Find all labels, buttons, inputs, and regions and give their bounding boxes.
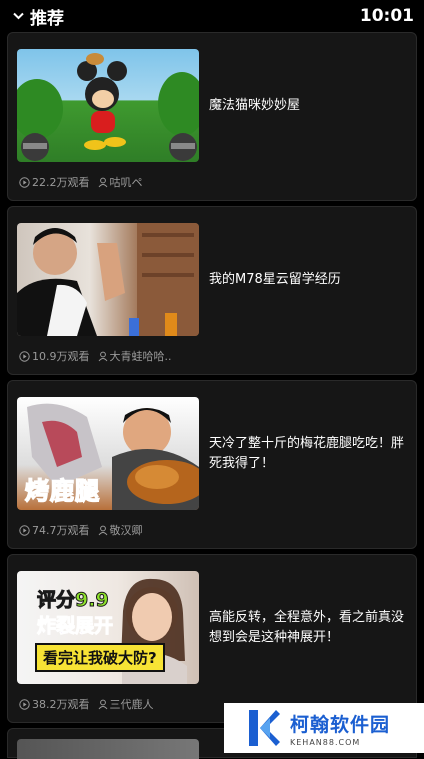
video-thumbnail[interactable] [17,223,199,336]
video-title[interactable]: 天冷了整十斤的梅花鹿腿吃吃！胖死我得了！ [209,381,404,526]
chevron-down-icon [12,10,24,22]
author[interactable]: 敬汉卿 [98,522,143,538]
video-card[interactable]: 评分9.9 炸裂展开 看完让我破大防? 高能反转，全程意外，看之前真没想到会是这… [7,554,417,723]
video-thumbnail[interactable] [17,739,199,759]
video-card[interactable]: 烤鹿腿 天冷了整十斤的梅花鹿腿吃吃！胖死我得了！ 74.7万观看 敬汉卿 [7,380,417,549]
video-meta: 38.2万观看 三代鹿人 [19,696,154,712]
video-thumbnail[interactable]: 评分9.9 炸裂展开 看完让我破大防? [17,571,199,684]
thumbnail-caption: 烤鹿腿 [24,476,100,506]
video-title[interactable]: 魔法猫咪妙妙屋 [209,33,404,178]
user-icon [98,351,107,361]
category-selector[interactable]: 推荐 [12,4,64,29]
video-meta: 22.2万观看 咕叽ペ [19,174,143,190]
author[interactable]: 咕叽ペ [98,174,143,190]
video-title[interactable]: 高能反转，全程意外，看之前真没想到会是这种神展开！ [209,555,404,700]
view-count: 22.2万观看 [19,174,90,190]
play-circle-icon [19,524,30,536]
video-meta: 74.7万观看 敬汉卿 [19,522,143,538]
play-circle-icon [19,176,30,188]
view-count: 10.9万观看 [19,348,90,364]
clock: 10:01 [359,6,414,26]
user-icon [98,525,107,535]
video-feed: 魔法猫咪妙妙屋 22.2万观看 咕叽ペ 我的M78星云留学经历 10.9万观看 … [7,32,417,728]
video-thumbnail[interactable]: 烤鹿腿 [17,397,199,510]
play-circle-icon [19,350,30,362]
thumbnail-banner: 看完让我破大防? [35,643,165,672]
video-card[interactable]: 魔法猫咪妙妙屋 22.2万观看 咕叽ペ [7,32,417,201]
watermark-logo-icon [249,710,280,746]
view-count: 74.7万观看 [19,522,90,538]
play-circle-icon [19,698,30,710]
video-thumbnail[interactable] [17,49,199,162]
author[interactable]: 大青蛙哈哈.. [98,348,172,364]
watermark: 柯翰软件园 KEHAN88.COM [224,703,424,753]
author[interactable]: 三代鹿人 [98,696,154,712]
video-card[interactable]: 我的M78星云留学经历 10.9万观看 大青蛙哈哈.. [7,206,417,375]
watermark-name: 柯翰软件园 [290,713,391,736]
page-title: 推荐 [30,8,64,29]
top-bar: 推荐 10:01 [0,0,424,32]
thumbnail-text-1: 评分9.9 [37,589,110,612]
user-icon [98,699,107,709]
thumbnail-text-2: 炸裂展开 [36,615,114,638]
watermark-url: KEHAN88.COM [290,737,361,747]
view-count: 38.2万观看 [19,696,90,712]
user-icon [98,177,107,187]
video-title[interactable]: 我的M78星云留学经历 [209,207,404,352]
video-meta: 10.9万观看 大青蛙哈哈.. [19,348,172,364]
